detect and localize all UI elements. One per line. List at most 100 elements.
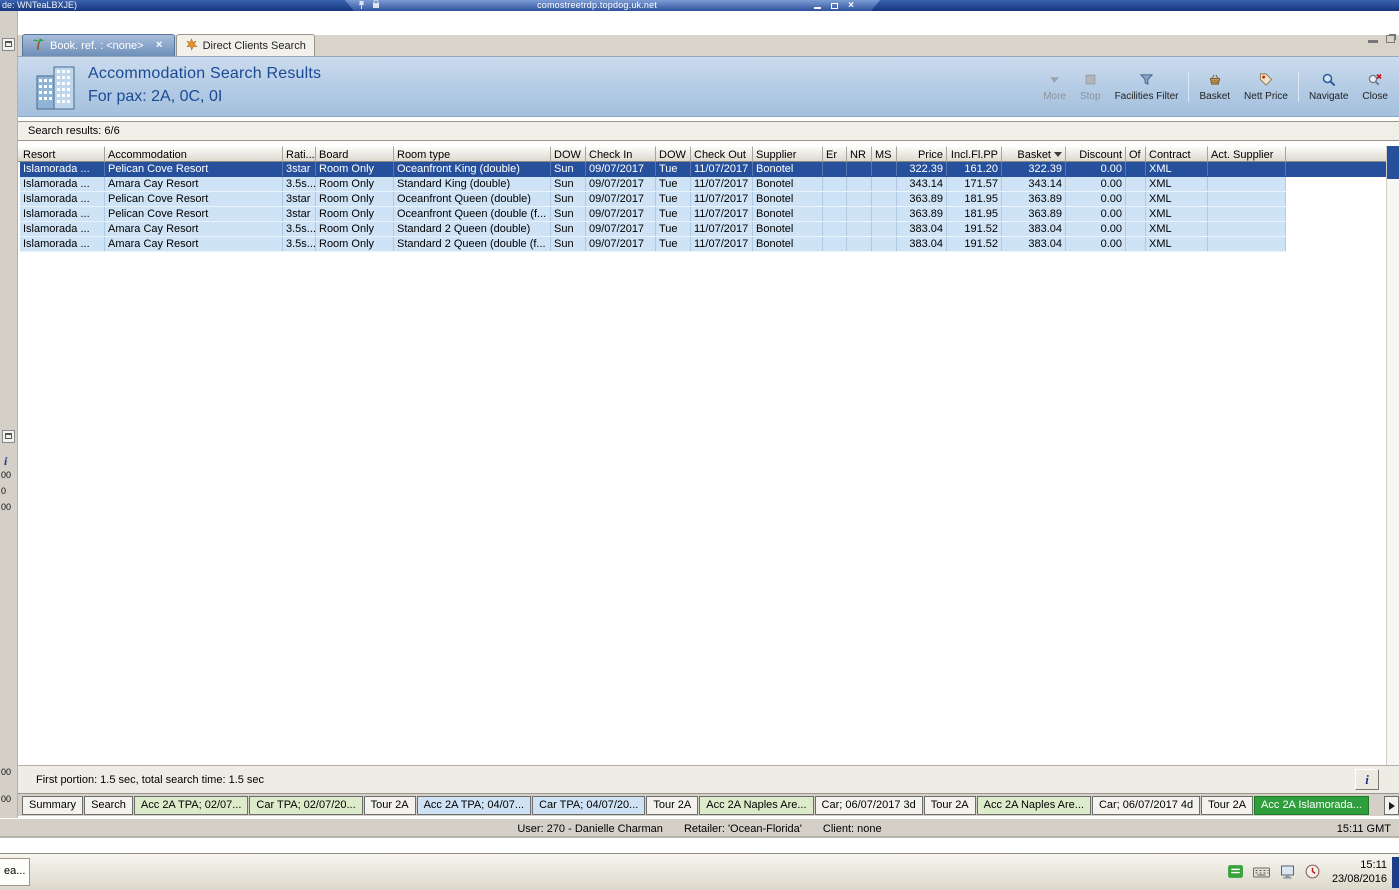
- table-cell: [1126, 222, 1146, 236]
- table-row[interactable]: Islamorada ... Amara Cay Resort 3.5s... Roo…: [20, 237, 1286, 252]
- bottom-tab[interactable]: Summary: [22, 796, 84, 815]
- table-cell: Sun: [551, 222, 586, 236]
- table-cell: 383.04: [1002, 237, 1066, 251]
- bottom-tab[interactable]: Car TPA; 02/07/20...: [249, 796, 363, 815]
- table-cell: [823, 162, 847, 176]
- column-header[interactable]: Resort: [20, 146, 105, 162]
- table-row[interactable]: Islamorada ... Pelican Cove Resort 3star Ro…: [20, 207, 1286, 222]
- rdp-restore-icon[interactable]: [831, 3, 838, 9]
- bottom-tab[interactable]: Car; 06/07/2017 4d: [1091, 796, 1201, 815]
- minimize-icon[interactable]: [1368, 34, 1378, 43]
- table-row[interactable]: Islamorada ... Pelican Cove Resort 3star Ro…: [20, 162, 1399, 177]
- table-row[interactable]: Islamorada ... Pelican Cove Resort 3star Ro…: [20, 192, 1286, 207]
- column-header[interactable]: Incl.Fl.PP: [947, 146, 1002, 162]
- toolbar-button-label: Stop: [1079, 91, 1101, 102]
- bottom-tab[interactable]: Acc 2A TPA; 04/07...: [416, 796, 532, 815]
- tray-display-icon[interactable]: [1279, 864, 1296, 883]
- table-cell: 383.04: [897, 222, 947, 236]
- column-header[interactable]: DOW: [656, 146, 691, 162]
- tray-keyboard-icon[interactable]: [1252, 864, 1271, 883]
- rdp-close-icon[interactable]: ×: [848, 1, 854, 10]
- table-cell: [1208, 162, 1286, 176]
- bottom-tab[interactable]: Search: [84, 796, 133, 815]
- column-header[interactable]: Er: [823, 146, 847, 162]
- table-cell: [1126, 162, 1146, 176]
- column-header[interactable]: Of: [1126, 146, 1146, 162]
- connection-info-icon[interactable]: [372, 0, 380, 12]
- pin-icon[interactable]: [357, 0, 366, 12]
- column-header[interactable]: Price: [897, 146, 947, 162]
- column-header[interactable]: Check Out: [691, 146, 753, 162]
- table-cell: Room Only: [316, 192, 394, 206]
- window-tab[interactable]: Direct Clients Search: [175, 34, 315, 56]
- basket-button[interactable]: Basket: [1192, 69, 1237, 104]
- table-cell: Oceanfront Queen (double (f...: [394, 207, 551, 221]
- nett-price-button[interactable]: Nett Price: [1237, 69, 1295, 104]
- table-cell: [1208, 237, 1286, 251]
- column-header[interactable]: Discount: [1066, 146, 1126, 162]
- table-cell: [847, 162, 872, 176]
- table-row[interactable]: Islamorada ... Amara Cay Resort 3.5s... Roo…: [20, 177, 1286, 192]
- facilities-filter-button[interactable]: Facilities Filter: [1108, 69, 1186, 104]
- table-scrollbar[interactable]: [1386, 146, 1399, 765]
- column-header[interactable]: Room type: [394, 146, 551, 162]
- bottom-tab[interactable]: Acc 2A TPA; 02/07...: [133, 796, 249, 815]
- bottom-tab[interactable]: Car; 06/07/2017 3d: [814, 796, 923, 815]
- column-header[interactable]: Rati...: [283, 146, 316, 162]
- scrollbar-thumb[interactable]: [1387, 146, 1399, 179]
- bottom-tab[interactable]: Car TPA; 04/07/20...: [532, 796, 646, 815]
- column-header[interactable]: Accommodation: [105, 146, 283, 162]
- column-header[interactable]: Basket: [1002, 146, 1066, 162]
- table-cell: 363.89: [1002, 192, 1066, 206]
- column-header[interactable]: Act. Supplier: [1208, 146, 1286, 162]
- bottom-tab[interactable]: Acc 2A Naples Are...: [976, 796, 1091, 815]
- navigate-button[interactable]: Navigate: [1302, 69, 1355, 104]
- table-cell: 11/07/2017: [691, 237, 753, 251]
- toolbar-button-label: Facilities Filter: [1114, 91, 1179, 102]
- column-header[interactable]: Check In: [586, 146, 656, 162]
- column-header[interactable]: Supplier: [753, 146, 823, 162]
- close-button[interactable]: Close: [1355, 69, 1395, 104]
- table-cell: Islamorada ...: [20, 162, 105, 176]
- clipped-tray-icon: [1392, 857, 1399, 888]
- bottom-tab[interactable]: Tour 2A: [1201, 796, 1254, 815]
- table-cell: Room Only: [316, 222, 394, 236]
- column-header-label: Price: [917, 148, 943, 161]
- window-tab[interactable]: Book. ref. : <none> ×: [22, 34, 175, 56]
- restore-panel-button[interactable]: [2, 430, 15, 443]
- table-cell: 0.00: [1066, 237, 1126, 251]
- table-cell: [1208, 207, 1286, 221]
- taskbar-date: 23/08/2016: [1331, 873, 1387, 885]
- info-button[interactable]: i: [1355, 769, 1379, 790]
- tray-green-app-icon[interactable]: [1227, 863, 1244, 883]
- bottom-tab[interactable]: Tour 2A: [646, 796, 699, 815]
- bottom-tab[interactable]: Tour 2A: [363, 796, 416, 815]
- mdi-window-controls: [1368, 34, 1395, 43]
- column-header[interactable]: MS: [872, 146, 897, 162]
- taskbar-button[interactable]: ea...: [0, 858, 30, 886]
- tray-clock-alert-icon[interactable]: [1304, 863, 1321, 883]
- column-header[interactable]: Contract: [1146, 146, 1208, 162]
- column-header[interactable]: Board: [316, 146, 394, 162]
- table-cell: [1208, 192, 1286, 206]
- restore-panel-button[interactable]: [2, 38, 15, 51]
- table-cell: 11/07/2017: [691, 222, 753, 236]
- rdp-minimize-icon[interactable]: [814, 2, 821, 9]
- restore-icon[interactable]: [1386, 34, 1395, 43]
- column-header-label: Check In: [589, 148, 633, 161]
- column-header[interactable]: NR: [847, 146, 872, 162]
- taskbar-clock[interactable]: 15:11 23/08/2016: [1332, 858, 1387, 886]
- tabs-scroll-right-button[interactable]: [1384, 796, 1399, 815]
- bottom-tab[interactable]: Acc 2A Naples Are...: [699, 796, 814, 815]
- table-row[interactable]: Islamorada ... Amara Cay Resort 3.5s... Roo…: [20, 222, 1286, 237]
- tab-close-icon[interactable]: ×: [153, 39, 166, 52]
- column-header-label: DOW: [659, 148, 686, 161]
- stop-icon: [1084, 71, 1097, 88]
- system-tray: [1227, 863, 1321, 883]
- table-cell: 09/07/2017: [586, 192, 656, 206]
- column-header[interactable]: DOW: [551, 146, 586, 162]
- taskbar-time: 15:11: [1360, 859, 1387, 871]
- table-cell: Pelican Cove Resort: [105, 162, 283, 176]
- bottom-tab[interactable]: Tour 2A: [923, 796, 976, 815]
- bottom-tab[interactable]: Acc 2A Islamorada...: [1254, 796, 1369, 815]
